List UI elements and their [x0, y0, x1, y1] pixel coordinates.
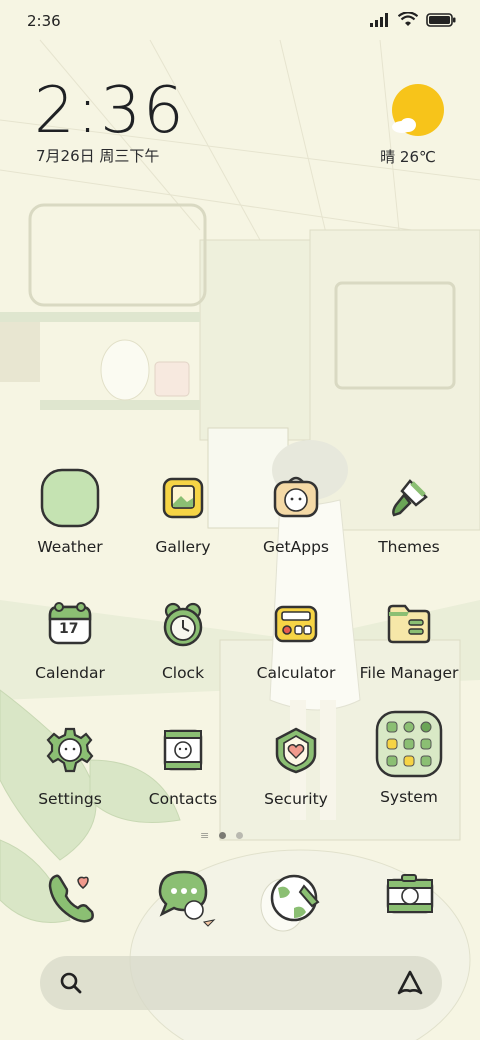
app-label: Calendar — [35, 664, 105, 682]
page-dot-active — [219, 832, 227, 839]
app-calendar[interactable]: 17 Calendar — [14, 592, 126, 682]
app-label: System — [380, 788, 438, 806]
clock-date: 7月26日 周三下午 — [36, 147, 160, 165]
paintbrush-icon — [377, 466, 441, 530]
battery-icon — [426, 12, 456, 31]
search-bar[interactable] — [40, 956, 442, 1010]
app-label: Clock — [161, 664, 205, 682]
app-file-manager[interactable]: File Manager — [353, 592, 465, 682]
weather-condition: 晴 26℃ — [380, 148, 436, 166]
dock-messages[interactable] — [152, 866, 216, 930]
browser-icon — [264, 874, 328, 934]
clock-time: 2:36 — [34, 74, 186, 148]
dock-camera[interactable] — [378, 866, 442, 930]
assistant-icon[interactable] — [396, 969, 424, 1001]
app-label: Gallery — [155, 538, 211, 556]
app-label: Contacts — [148, 790, 218, 808]
weather-icon — [38, 466, 102, 530]
app-label: Settings — [38, 790, 102, 808]
wifi-icon — [397, 11, 419, 31]
app-label: Themes — [378, 538, 440, 556]
getapps-icon — [264, 466, 328, 530]
dock-phone[interactable] — [40, 866, 104, 930]
folder-icon — [377, 592, 441, 656]
page-indicator[interactable]: ≡ — [200, 829, 244, 842]
app-calculator[interactable]: Calculator — [240, 592, 352, 682]
app-label: File Manager — [359, 664, 459, 682]
status-bar: 2:36 — [0, 0, 480, 44]
phone-icon — [40, 874, 104, 934]
messages-icon — [152, 870, 216, 938]
app-clock[interactable]: Clock — [127, 592, 239, 682]
contacts-icon — [151, 718, 215, 782]
app-folder-system[interactable]: System — [353, 708, 465, 806]
app-label: Security — [264, 790, 328, 808]
dock-browser[interactable] — [264, 866, 328, 930]
gallery-icon — [151, 466, 215, 530]
calendar-icon: 17 — [38, 592, 102, 656]
status-icons — [370, 11, 456, 31]
calculator-icon — [264, 592, 328, 656]
app-security[interactable]: Security — [240, 718, 352, 808]
clock-icon — [151, 592, 215, 656]
shield-icon — [264, 718, 328, 782]
app-label: GetApps — [263, 538, 329, 556]
calendar-day: 17 — [59, 621, 79, 637]
camera-icon — [378, 874, 442, 934]
gear-icon — [38, 718, 102, 782]
sunny-weather-icon — [392, 84, 444, 136]
app-gallery[interactable]: Gallery — [127, 466, 239, 556]
app-label: Weather — [37, 538, 103, 556]
app-getapps[interactable]: GetApps — [240, 466, 352, 556]
app-themes[interactable]: Themes — [353, 466, 465, 556]
app-settings[interactable]: Settings — [14, 718, 126, 808]
signal-icon — [370, 12, 390, 31]
app-contacts[interactable]: Contacts — [127, 718, 239, 808]
folder-grid-icon — [373, 708, 445, 780]
status-time: 2:36 — [27, 12, 61, 30]
search-icon[interactable] — [58, 970, 84, 1000]
feed-page-icon: ≡ — [200, 829, 210, 842]
app-label: Calculator — [256, 664, 336, 682]
page-dot — [236, 832, 244, 839]
app-weather[interactable]: Weather — [14, 466, 126, 556]
weather-widget[interactable]: 晴 26℃ — [380, 84, 448, 174]
